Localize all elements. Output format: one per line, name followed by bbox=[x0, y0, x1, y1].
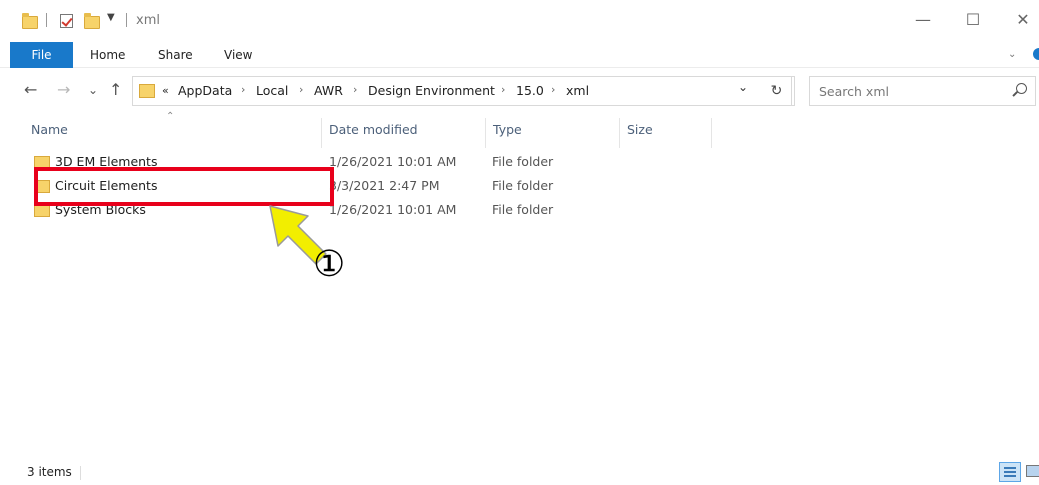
column-header-date-modified[interactable]: Date modified bbox=[322, 118, 486, 148]
recent-locations-button[interactable]: ⌄ bbox=[88, 78, 98, 102]
minimize-button[interactable]: — bbox=[908, 8, 938, 32]
large-icons-view-icon[interactable] bbox=[1026, 465, 1039, 477]
search-icon bbox=[1016, 83, 1027, 94]
breadcrumb-version[interactable]: 15.0 bbox=[516, 83, 544, 98]
address-bar[interactable]: « AppData › Local › AWR › Design Environ… bbox=[132, 76, 795, 106]
close-button[interactable]: ✕ bbox=[1008, 8, 1038, 32]
tab-view[interactable]: View bbox=[224, 42, 252, 68]
address-dropdown-icon[interactable]: ⌄ bbox=[738, 80, 748, 94]
item-count: 3 items bbox=[27, 465, 72, 479]
breadcrumb-separator: › bbox=[353, 83, 358, 96]
expand-ribbon-icon[interactable]: ⌄ bbox=[1008, 49, 1016, 60]
breadcrumb-separator: › bbox=[551, 83, 556, 96]
file-date: 3/3/2021 2:47 PM bbox=[329, 178, 440, 193]
file-date: 1/26/2021 10:01 AM bbox=[329, 154, 457, 169]
file-type: File folder bbox=[492, 202, 554, 217]
breadcrumb-separator: › bbox=[501, 83, 506, 96]
maximize-button[interactable]: ☐ bbox=[958, 8, 988, 32]
toolbar-divider bbox=[46, 13, 47, 27]
breadcrumb-xml[interactable]: xml bbox=[566, 83, 589, 98]
customize-toolbar-icon[interactable]: ▼ bbox=[107, 12, 115, 23]
search-box[interactable]: Search xml bbox=[809, 76, 1036, 106]
breadcrumb-design-environment[interactable]: Design Environment bbox=[368, 83, 495, 98]
file-type: File folder bbox=[492, 154, 554, 169]
title-bar: ▼ xml — ☐ ✕ bbox=[0, 0, 1039, 40]
navigation-bar: ← → ⌄ ↑ « AppData › Local › AWR › Design… bbox=[0, 68, 1039, 112]
column-header-size[interactable]: Size bbox=[620, 118, 712, 148]
column-headers: ⌃ Name Date modified Type Size bbox=[0, 111, 1039, 148]
breadcrumb-separator: › bbox=[299, 83, 304, 96]
folder-icon bbox=[22, 13, 38, 29]
details-view-icon[interactable] bbox=[999, 462, 1021, 482]
help-icon[interactable] bbox=[1033, 48, 1039, 60]
column-header-name[interactable]: Name bbox=[24, 118, 322, 148]
ribbon: File Home Share View ⌄ bbox=[0, 40, 1039, 68]
tab-file[interactable]: File bbox=[10, 42, 73, 68]
step-number: ① bbox=[313, 244, 346, 285]
tab-share[interactable]: Share bbox=[158, 42, 193, 68]
properties-check-icon[interactable] bbox=[60, 14, 73, 28]
breadcrumb-local[interactable]: Local bbox=[256, 83, 288, 98]
refresh-button[interactable]: ↻ bbox=[762, 76, 792, 106]
forward-button[interactable]: → bbox=[57, 78, 70, 102]
up-button[interactable]: ↑ bbox=[109, 78, 122, 102]
breadcrumb-awr[interactable]: AWR bbox=[314, 83, 343, 98]
window-title: xml bbox=[136, 13, 160, 28]
file-type: File folder bbox=[492, 178, 554, 193]
new-folder-icon[interactable] bbox=[84, 13, 100, 29]
folder-icon bbox=[139, 84, 155, 98]
status-bar: 3 items bbox=[0, 460, 1039, 485]
breadcrumb-separator: › bbox=[241, 83, 246, 96]
toolbar-divider bbox=[126, 13, 127, 27]
breadcrumb-overflow[interactable]: « bbox=[162, 84, 169, 97]
back-button[interactable]: ← bbox=[24, 78, 37, 102]
status-divider bbox=[80, 466, 81, 480]
breadcrumb-appdata[interactable]: AppData bbox=[178, 83, 232, 98]
file-date: 1/26/2021 10:01 AM bbox=[329, 202, 457, 217]
column-header-type[interactable]: Type bbox=[486, 118, 620, 148]
search-input[interactable]: Search xml bbox=[819, 84, 889, 99]
tab-home[interactable]: Home bbox=[90, 42, 125, 68]
